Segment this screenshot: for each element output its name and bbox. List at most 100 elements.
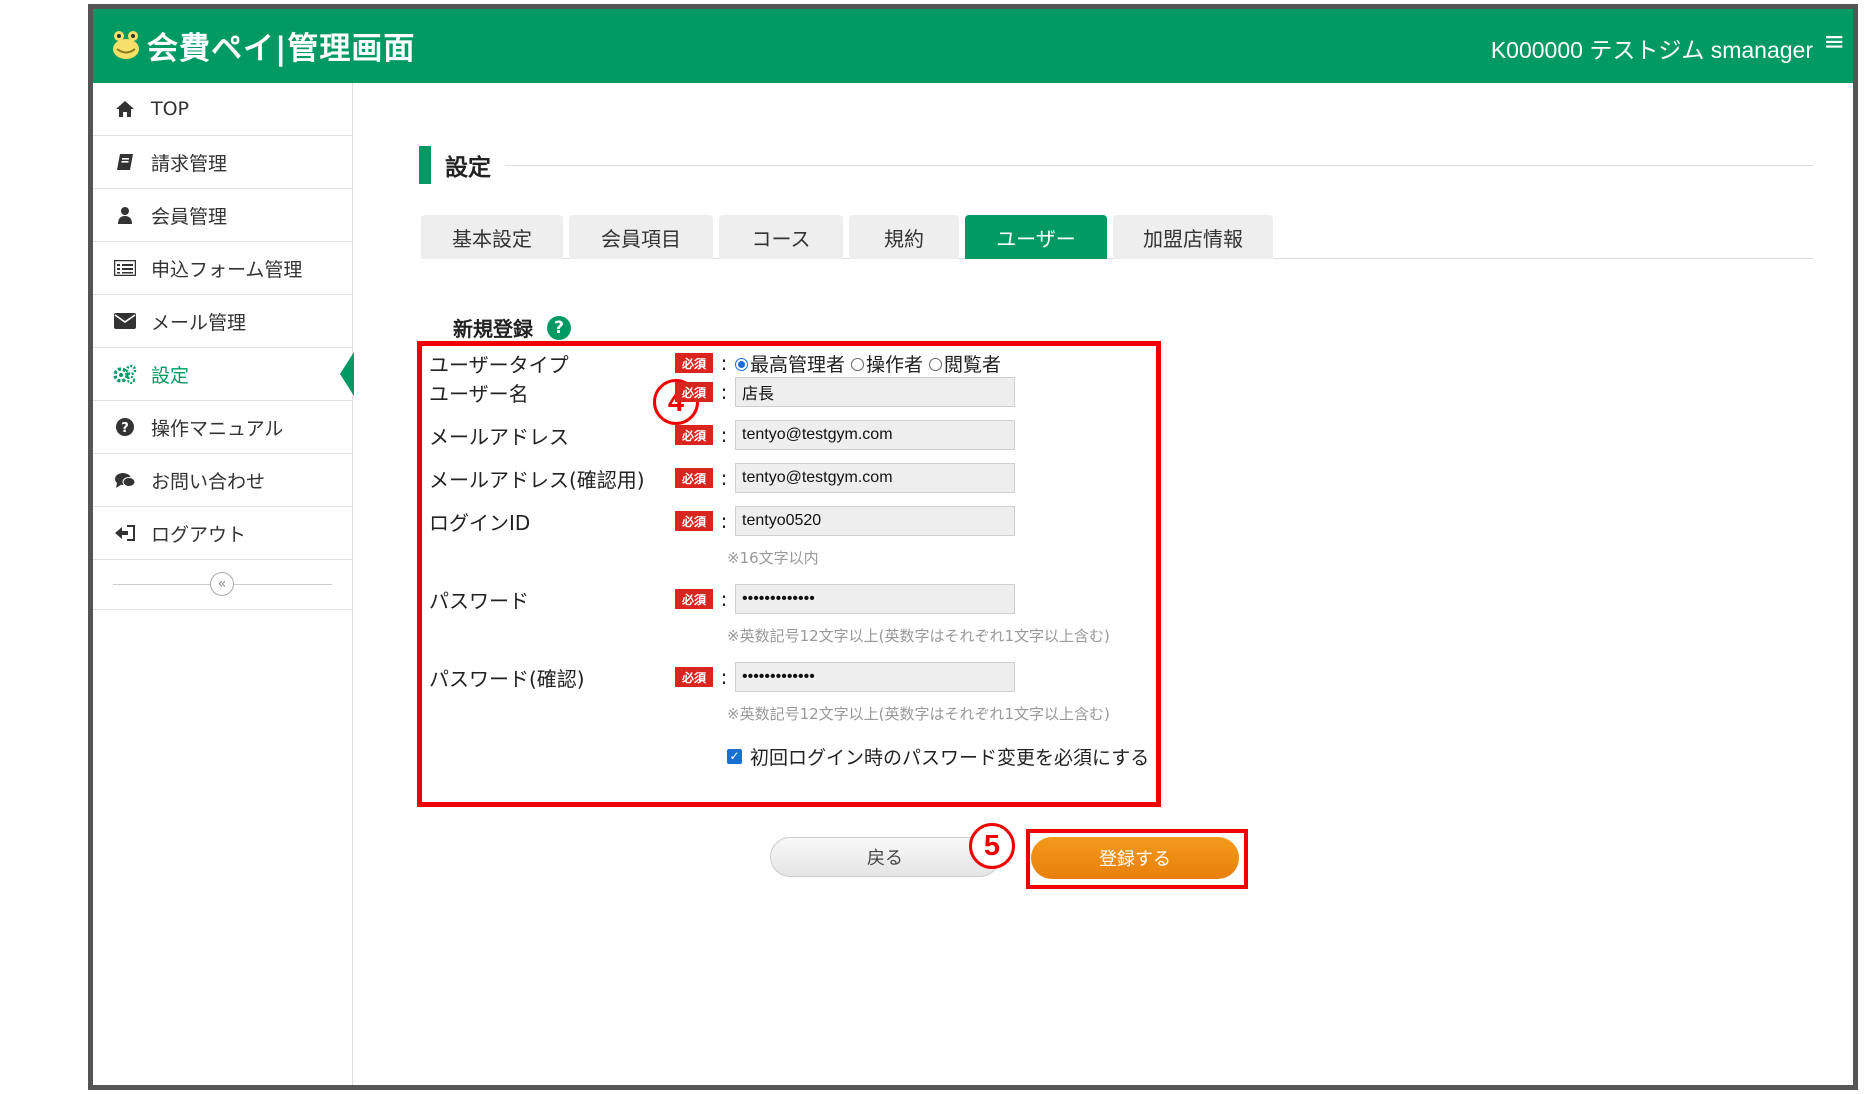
section-header: 新規登録 ? [453,313,571,342]
top-bar: 会費ペイ|管理画面 K000000 テストジム smanager ≡ [93,9,1853,83]
email-confirm-row: メールアドレス(確認用) 必須 : tentyo@testgym.com [429,462,1015,494]
home-icon [111,98,139,120]
sidebar-item-label: 申込フォーム管理 [151,258,303,281]
email-confirm-input[interactable]: tentyo@testgym.com [735,463,1015,493]
sidebar-item-label: TOP [151,98,190,120]
sidebar-item-label: メール管理 [151,311,247,334]
divider [505,164,1813,166]
required-badge: 必須 [675,382,713,402]
brand[interactable]: 会費ペイ|管理画面 [111,25,416,67]
main-content: 設定 基本設定 会員項目 コース 規約 ユーザー 加盟店情報 新規登録 ? 4 … [353,83,1853,1085]
tab-courses[interactable]: コース [719,215,843,259]
sidebar-item-logout[interactable]: ログアウト [93,507,352,560]
colon: : [720,587,728,611]
force-password-change-label: 初回ログイン時のパスワード変更を必須にする [750,747,1150,769]
sidebar-item-top[interactable]: TOP [93,83,352,136]
sidebar-item-label: ログアウト [151,523,247,546]
gears-icon [111,363,139,385]
app-window: 会費ペイ|管理画面 K000000 テストジム smanager ≡ TOP 請… [88,4,1858,1090]
login-id-hint: ※16文字以内 [727,549,819,567]
highlight-box-step4 [417,341,1161,807]
email-label: メールアドレス [429,424,569,449]
radio-viewer[interactable]: 閲覧者 [929,350,1001,377]
user-type-row: ユーザータイプ 必須 : 最高管理者 操作者 閲覧者 [429,347,1001,379]
radio-label: 閲覧者 [944,353,1002,376]
section-title: 新規登録 [453,317,533,341]
sidebar: TOP 請求管理 会員管理 申込フォーム管理 メール管理 設定 ? 操作マニュア… [93,83,354,1085]
sidebar-item-label: お問い合わせ [151,470,266,493]
page-title: 設定 [445,155,491,181]
password-input[interactable]: ••••••••••••• [735,584,1015,614]
radio-super-admin[interactable]: 最高管理者 [735,350,845,377]
brand-title: 会費ペイ|管理画面 [147,30,416,67]
sidebar-item-label: 操作マニュアル [151,417,284,440]
login-id-input[interactable]: tentyo0520 [735,506,1015,536]
colon: : [720,509,728,533]
colon: : [720,466,728,490]
sidebar-item-contact[interactable]: お問い合わせ [93,454,352,507]
password-confirm-input[interactable]: ••••••••••••• [735,662,1015,692]
password-row: パスワード 必須 : ••••••••••••• [429,583,1015,615]
tab-member-fields[interactable]: 会員項目 [569,215,713,259]
sidebar-item-manual[interactable]: ? 操作マニュアル [93,401,352,454]
required-badge: 必須 [675,667,713,687]
chat-icon [111,469,139,491]
password-label: パスワード [429,588,529,613]
account-label[interactable]: K000000 テストジム smanager [1491,31,1813,65]
tab-basic-settings[interactable]: 基本設定 [421,215,563,259]
radio-unselected-icon [929,357,943,371]
sidebar-item-billing[interactable]: 請求管理 [93,136,352,189]
sidebar-item-mail[interactable]: メール管理 [93,295,352,348]
frog-logo-icon [111,29,141,61]
radio-operator[interactable]: 操作者 [851,350,923,377]
colon: : [720,423,728,447]
settings-tabs: 基本設定 会員項目 コース 規約 ユーザー 加盟店情報 [421,215,1813,259]
login-id-row: ログインID 必須 : tentyo0520 [429,505,1015,537]
user-name-label: ユーザー名 [429,381,529,406]
user-type-label: ユーザータイプ [429,352,569,377]
book-icon [111,151,139,173]
step-5-badge: 5 [969,823,1015,869]
sidebar-item-forms[interactable]: 申込フォーム管理 [93,242,352,295]
register-button[interactable]: 登録する [1031,837,1239,879]
question-icon: ? [111,416,139,438]
user-type-radio-group: 最高管理者 操作者 閲覧者 [735,350,1001,377]
tab-terms[interactable]: 規約 [849,215,959,259]
required-badge: 必須 [675,589,713,609]
checkbox-checked-icon[interactable]: ✓ [727,749,742,764]
radio-label: 操作者 [866,353,924,376]
user-icon [111,204,139,226]
password-confirm-label: パスワード(確認) [429,666,585,691]
required-badge: 必須 [675,353,713,373]
list-icon [111,257,139,279]
tab-users[interactable]: ユーザー [965,215,1107,259]
page-header: 設定 [419,145,1813,185]
sidebar-item-label: 設定 [151,364,190,387]
logout-icon [111,522,139,544]
colon: : [720,351,728,375]
force-password-change-option[interactable]: ✓ 初回ログイン時のパスワード変更を必須にする [727,743,1149,770]
collapse-sidebar-button[interactable]: « [210,572,234,596]
svg-text:?: ? [121,421,129,436]
email-row: メールアドレス 必須 : tentyo@testgym.com [429,419,1015,451]
radio-unselected-icon [851,357,865,371]
radio-label: 最高管理者 [750,353,846,376]
title-accent-bar [419,146,431,184]
sidebar-item-members[interactable]: 会員管理 [93,189,352,242]
sidebar-item-label: 請求管理 [151,152,228,175]
required-badge: 必須 [675,468,713,488]
password-confirm-row: パスワード(確認) 必須 : ••••••••••••• [429,661,1015,693]
user-name-input[interactable]: 店長 [735,377,1015,407]
login-id-label: ログインID [429,510,531,535]
email-input[interactable]: tentyo@testgym.com [735,420,1015,450]
hamburger-icon[interactable]: ≡ [1823,27,1845,57]
colon: : [720,665,728,689]
back-button[interactable]: 戻る [770,837,1000,877]
sidebar-item-settings[interactable]: 設定 [93,348,354,401]
help-icon[interactable]: ? [547,315,571,340]
email-confirm-label: メールアドレス(確認用) [429,467,645,492]
radio-selected-icon [735,357,748,371]
tab-merchant-info[interactable]: 加盟店情報 [1113,215,1273,259]
sidebar-collapse-row: « [93,560,352,610]
password-hint: ※英数記号12文字以上(英数字はそれぞれ1文字以上含む) [727,627,1110,645]
